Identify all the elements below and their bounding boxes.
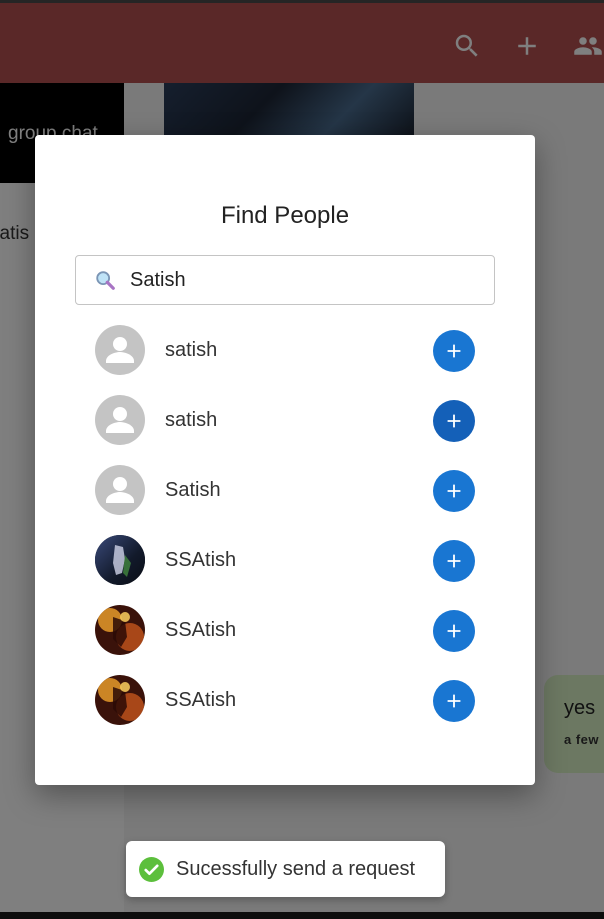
add-friend-button[interactable]	[433, 540, 475, 582]
person-name: SSAtish	[165, 618, 237, 641]
success-check-icon	[139, 856, 164, 882]
person-row: satish	[95, 315, 475, 385]
plus-icon	[447, 484, 461, 498]
success-snackbar: Sucessfully send a request	[126, 841, 445, 897]
avatar	[95, 535, 145, 585]
find-people-dialog: Find People satish satish Satish SSAtish SSA…	[35, 135, 535, 785]
avatar	[95, 605, 145, 655]
person-name: SSAtish	[165, 688, 237, 711]
avatar	[95, 675, 145, 725]
add-friend-button[interactable]	[433, 680, 475, 722]
search-icon	[96, 271, 115, 290]
avatar	[95, 465, 145, 515]
person-row: SSAtish	[95, 525, 475, 595]
add-friend-button[interactable]	[433, 470, 475, 512]
add-friend-button[interactable]	[433, 610, 475, 652]
person-name: satish	[165, 408, 218, 431]
person-row: SSAtish	[95, 595, 475, 665]
add-friend-button[interactable]	[433, 330, 475, 372]
snackbar-message: Sucessfully send a request	[176, 857, 416, 880]
person-row: satish	[95, 385, 475, 455]
avatar	[95, 325, 145, 375]
search-field[interactable]	[75, 255, 495, 305]
add-friend-button[interactable]	[433, 400, 475, 442]
person-row: SSAtish	[95, 665, 475, 735]
person-name: Satish	[165, 478, 221, 501]
person-name: satish	[165, 338, 218, 361]
people-list: satish satish Satish SSAtish SSAtish SSAtish	[95, 315, 475, 735]
plus-icon	[447, 694, 461, 708]
person-name: SSAtish	[165, 548, 237, 571]
person-row: Satish	[95, 455, 475, 525]
avatar	[95, 395, 145, 445]
dialog-title: Find People	[220, 202, 350, 229]
search-input[interactable]	[130, 268, 460, 292]
plus-icon	[447, 624, 461, 638]
plus-icon	[447, 414, 461, 428]
plus-icon	[447, 554, 461, 568]
plus-icon	[447, 344, 461, 358]
